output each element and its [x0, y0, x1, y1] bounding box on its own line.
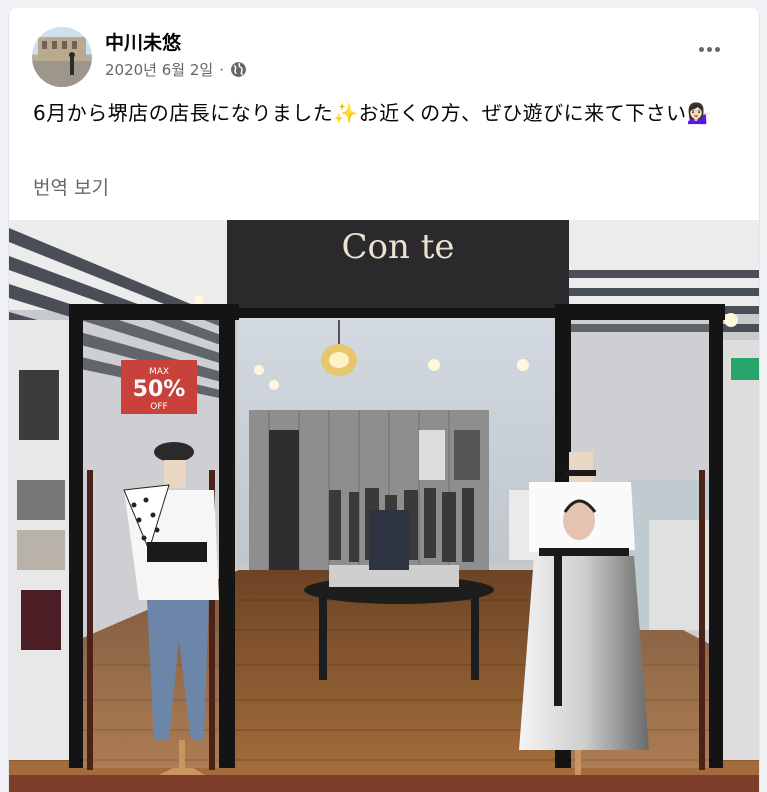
post-meta: 2020년 6월 2일 ·	[105, 59, 247, 80]
see-translation-link[interactable]: 번역 보기	[33, 173, 109, 200]
sale-sign-main: 50%	[133, 377, 186, 402]
sale-sign-bottom: OFF	[150, 402, 167, 412]
store-sign: Con te	[342, 227, 455, 267]
sale-sign: MAX 50% OFF	[121, 360, 197, 414]
post-photo[interactable]: Con te MAX 50% OFF	[9, 220, 759, 792]
post-text: 6月から堺店の店長になりました✨お近くの方、ぜひ遊びに来て下さい💁🏻‍♀️	[33, 101, 713, 125]
dot	[714, 46, 720, 52]
author-avatar[interactable]	[32, 27, 92, 87]
right-mannequin	[519, 452, 649, 785]
sale-sign-top: MAX	[149, 367, 169, 377]
post-card: 中川未悠 2020년 6월 2일 · 6月から堺店の店長になりました✨お近くの方…	[9, 8, 759, 792]
more-options-button[interactable]	[692, 39, 726, 59]
globe-icon[interactable]	[230, 61, 247, 78]
dot	[698, 46, 704, 52]
meta-separator: ·	[219, 60, 224, 79]
post-date[interactable]: 2020년 6월 2일	[105, 59, 213, 80]
author-name[interactable]: 中川未悠	[105, 28, 181, 55]
dot	[706, 46, 712, 52]
